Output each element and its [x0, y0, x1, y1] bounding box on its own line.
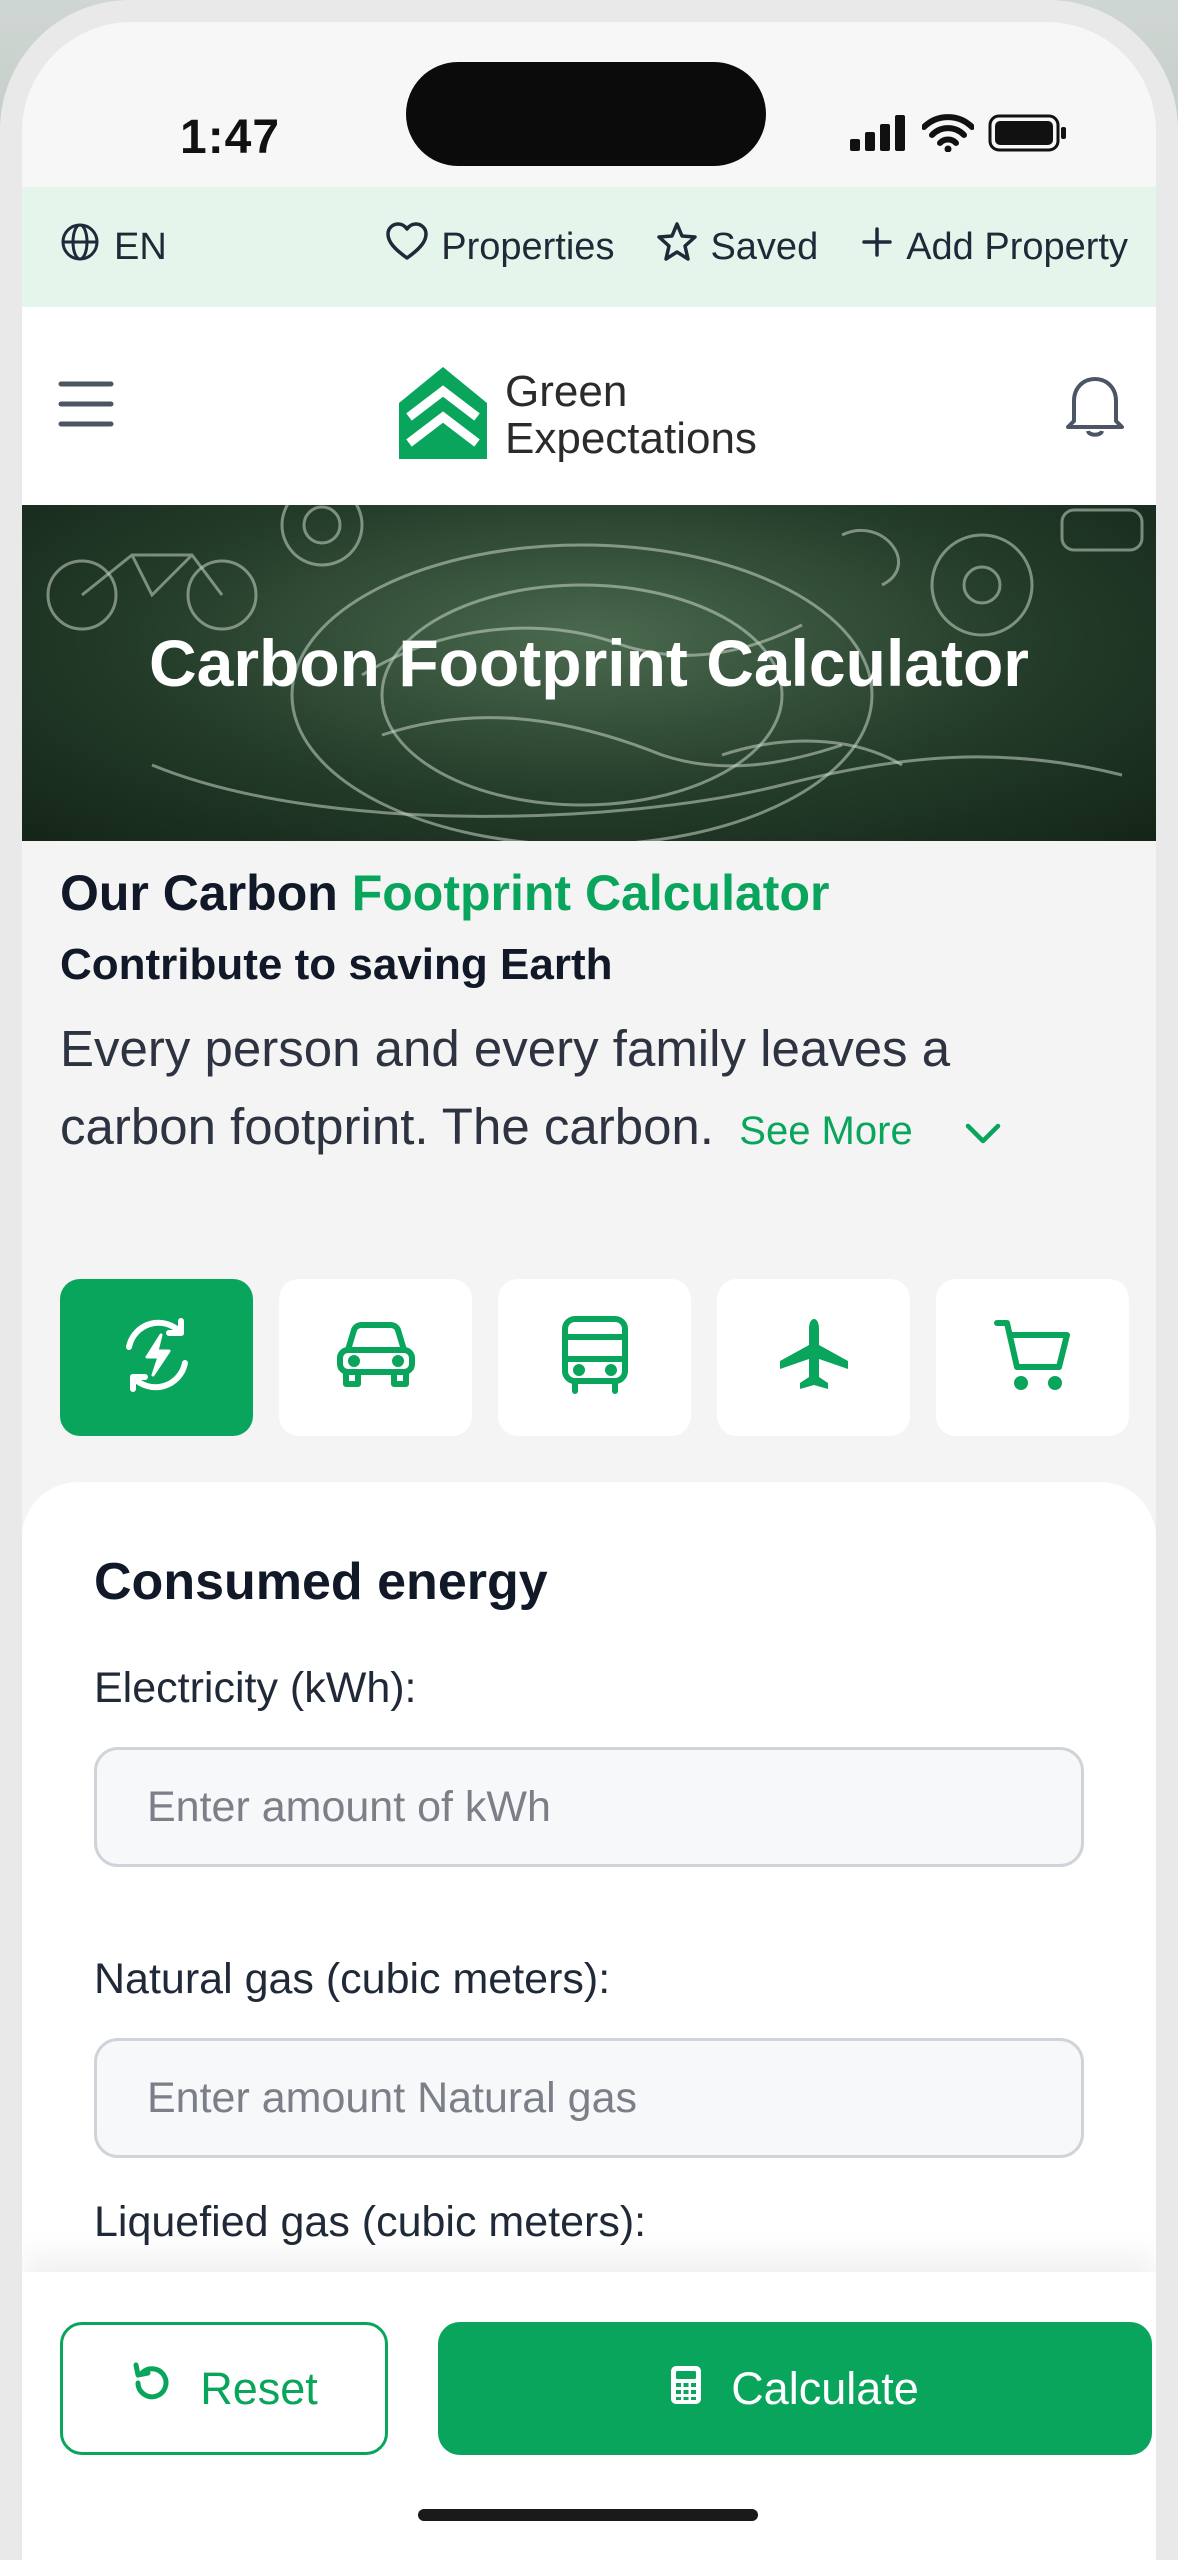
- natural-gas-input[interactable]: [94, 2038, 1084, 2158]
- electricity-label: Electricity (kWh):: [94, 1664, 417, 1712]
- car-icon: [334, 1320, 418, 1395]
- bus-icon: [559, 1315, 631, 1400]
- hero-banner: Carbon Footprint Calculator: [22, 505, 1156, 841]
- logo-line-1: Green: [505, 367, 628, 417]
- language-selector[interactable]: EN: [60, 222, 167, 272]
- calculator-icon: [671, 2363, 702, 2415]
- form-title: Consumed energy: [94, 1553, 548, 1611]
- chevron-down-icon: [964, 1094, 1002, 1172]
- liquefied-gas-label: Liquefied gas (cubic meters):: [94, 2198, 647, 2246]
- app-screen: 1:47 EN Properties Saved Add Property Gr…: [22, 22, 1156, 2560]
- natural-gas-label: Natural gas (cubic meters):: [94, 1955, 611, 2003]
- hamburger-menu-icon[interactable]: [58, 378, 114, 435]
- status-time: 1:47: [180, 111, 281, 164]
- add-property-label: Add Property: [906, 225, 1128, 268]
- status-icons: [850, 114, 1068, 157]
- brand-logo[interactable]: Green Expectations: [397, 365, 757, 466]
- notification-bell-icon[interactable]: [1064, 373, 1126, 444]
- globe-icon: [60, 222, 100, 272]
- app-header: Green Expectations: [22, 307, 1156, 505]
- add-property-link[interactable]: Add Property: [860, 225, 1128, 269]
- intro-subheading: Contribute to saving Earth: [60, 940, 613, 989]
- wifi-icon: [921, 114, 975, 157]
- cart-icon: [993, 1317, 1073, 1398]
- reset-icon: [130, 2361, 174, 2416]
- tab-car[interactable]: [279, 1279, 472, 1436]
- top-links: Properties Saved Add Property: [385, 221, 1128, 273]
- battery-icon: [988, 114, 1068, 157]
- intro-section: Our Carbon Footprint Calculator Contribu…: [60, 864, 1120, 1172]
- airplane-icon: [776, 1317, 852, 1398]
- properties-link[interactable]: Properties: [385, 222, 614, 272]
- intro-body: Every person and every family leaves a c…: [60, 1010, 1120, 1172]
- hero-title: Carbon Footprint Calculator: [149, 626, 1029, 700]
- properties-label: Properties: [441, 225, 615, 268]
- plus-icon: [860, 225, 894, 269]
- top-utility-bar: EN Properties Saved Add Property: [22, 187, 1156, 307]
- logo-line-2: Expectations: [505, 413, 757, 463]
- tab-airplane[interactable]: [717, 1279, 910, 1436]
- signal-icon: [850, 115, 908, 156]
- tab-bus[interactable]: [498, 1279, 691, 1436]
- saved-label: Saved: [710, 225, 819, 268]
- saved-link[interactable]: Saved: [656, 221, 818, 273]
- bottom-action-bar: Reset Calculate: [22, 2272, 1156, 2560]
- category-tabs: [60, 1279, 1129, 1436]
- dynamic-island: [406, 62, 766, 166]
- tab-energy[interactable]: [60, 1279, 253, 1436]
- see-more-link[interactable]: See More: [728, 1109, 1002, 1153]
- energy-icon: [115, 1313, 199, 1402]
- electricity-input[interactable]: [94, 1747, 1084, 1867]
- heart-icon: [385, 222, 429, 272]
- intro-heading-accent: Footprint Calculator: [351, 865, 830, 921]
- reset-label: Reset: [200, 2362, 318, 2414]
- tab-shopping[interactable]: [936, 1279, 1129, 1436]
- phone-frame: 1:47 EN Properties Saved Add Property Gr…: [0, 0, 1178, 2560]
- logo-wordmark: Green Expectations: [505, 367, 757, 463]
- calculate-button[interactable]: Calculate: [438, 2322, 1152, 2455]
- home-indicator: [418, 2509, 758, 2521]
- status-bar: 1:47: [22, 22, 1156, 187]
- logo-mark-icon: [397, 365, 489, 466]
- language-label: EN: [114, 225, 167, 268]
- calculate-label: Calculate: [731, 2362, 919, 2414]
- see-more-label: See More: [739, 1109, 913, 1153]
- reset-button[interactable]: Reset: [60, 2322, 388, 2455]
- intro-heading: Our Carbon Footprint Calculator: [60, 864, 1120, 922]
- star-icon: [656, 221, 698, 273]
- intro-heading-prefix: Our Carbon: [60, 865, 352, 921]
